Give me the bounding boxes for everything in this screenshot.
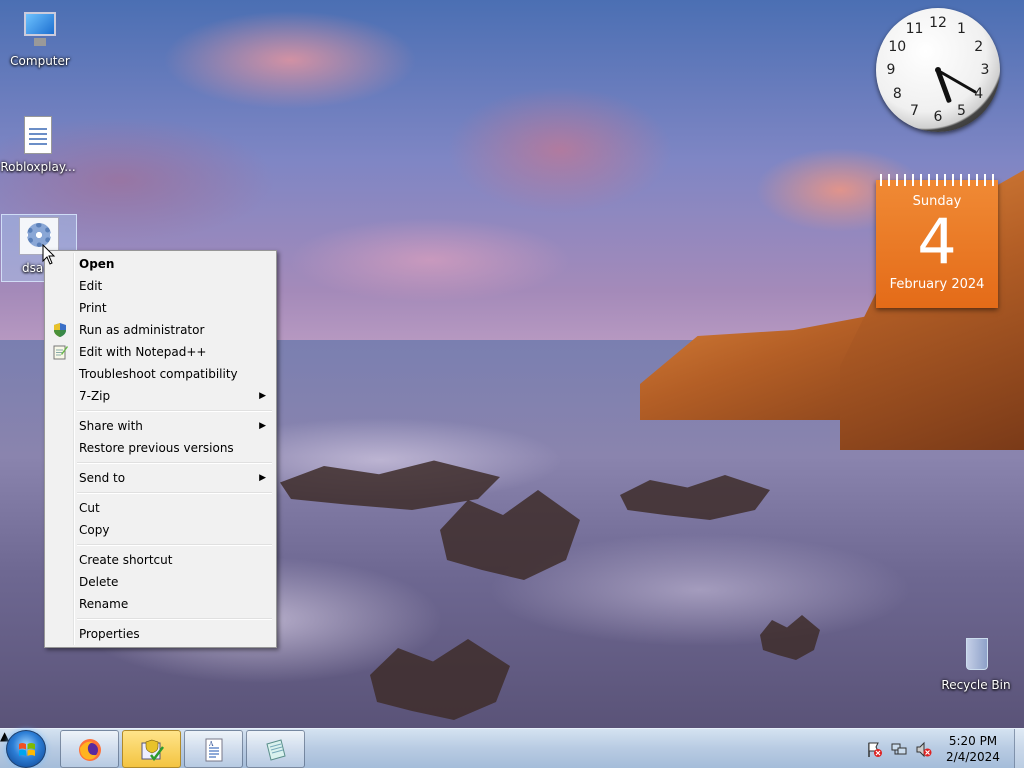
notepad-icon [266, 739, 286, 761]
document-icon [16, 114, 60, 158]
taskbar-button-notepad[interactable] [246, 730, 305, 768]
computer-icon [18, 8, 62, 52]
clock-gadget[interactable]: 12 1 2 3 4 5 6 7 8 9 10 11 [876, 8, 1000, 132]
menu-separator [77, 541, 274, 549]
clock-number: 2 [974, 38, 984, 55]
menu-item-edit-with-notepadpp[interactable]: Edit with Notepad++ [47, 341, 274, 363]
wordpad-icon: A [205, 738, 223, 762]
clock-number: 7 [910, 102, 919, 119]
submenu-arrow-icon: ▶ [259, 421, 266, 431]
menu-item-delete[interactable]: Delete [47, 571, 274, 593]
notepadpp-icon [53, 345, 68, 360]
start-button[interactable] [6, 730, 46, 768]
tray-clock[interactable]: 5:20 PM 2/4/2024 [938, 733, 1008, 765]
menu-item-troubleshoot-compatibility[interactable]: Troubleshoot compatibility [47, 363, 274, 385]
menu-item-restore-previous-versions[interactable]: Restore previous versions [47, 437, 274, 459]
tray-date: 2/4/2024 [946, 750, 1000, 764]
calendar-day-number: 4 [917, 205, 957, 278]
menu-separator [77, 489, 274, 497]
menu-item-copy[interactable]: Copy [47, 519, 274, 541]
menu-item-7zip[interactable]: 7-Zip ▶ [47, 385, 274, 407]
desktop-icon-recycle-bin[interactable]: Recycle Bin [938, 632, 1014, 692]
menu-separator [77, 407, 274, 415]
taskbar-button-wordpad[interactable]: A [184, 730, 243, 768]
desktop-icon-robloxplayer[interactable]: Robloxplay... [0, 114, 76, 174]
desktop-icon-label: Computer [10, 54, 70, 68]
desktop-icon-label: Robloxplay... [0, 160, 76, 174]
context-menu: Open Edit Print Run as administrator Edi… [44, 250, 277, 648]
menu-item-send-to[interactable]: Send to ▶ [47, 467, 274, 489]
menu-item-cut[interactable]: Cut [47, 497, 274, 519]
network-icon[interactable] [891, 741, 908, 758]
submenu-arrow-icon: ▶ [259, 473, 266, 483]
calendar-month-year: February 2024 [889, 277, 985, 292]
clock-number: 1 [957, 21, 966, 38]
menu-separator [77, 615, 274, 623]
menu-item-run-as-administrator[interactable]: Run as administrator [47, 319, 274, 341]
desktop-icon-label: Recycle Bin [941, 678, 1011, 692]
calendar-gadget[interactable]: Sunday 4 February 2024 [876, 174, 998, 308]
menu-item-share-with[interactable]: Share with ▶ [47, 415, 274, 437]
menu-item-rename[interactable]: Rename [47, 593, 274, 615]
menu-separator [77, 459, 274, 467]
clock-number: 11 [905, 21, 924, 38]
clock-number: 4 [974, 85, 984, 102]
calendar-rings [880, 174, 994, 186]
svg-text:A: A [208, 741, 214, 748]
clock-center-pin [935, 67, 941, 73]
clock-number: 3 [980, 62, 990, 78]
menu-item-open[interactable]: Open [47, 253, 274, 275]
taskbar: A ▲ 5:20 PM 2/4/2024 [0, 728, 1024, 768]
installer-shield-icon [141, 739, 164, 762]
mouse-cursor-icon [42, 244, 56, 265]
menu-item-create-shortcut[interactable]: Create shortcut [47, 549, 274, 571]
show-desktop-button[interactable] [1014, 729, 1024, 768]
firefox-icon [79, 739, 101, 761]
clock-number: 5 [957, 102, 966, 119]
menu-item-edit[interactable]: Edit [47, 275, 274, 297]
desktop-icon-computer[interactable]: Computer [2, 8, 78, 68]
tray-time: 5:20 PM [948, 734, 998, 748]
taskbar-button-installer[interactable] [122, 730, 181, 768]
clock-number: 9 [886, 62, 896, 78]
recycle-bin-icon [954, 632, 998, 676]
clock-number: 10 [888, 38, 907, 55]
menu-item-print[interactable]: Print [47, 297, 274, 319]
clock-number: 8 [892, 85, 902, 102]
submenu-arrow-icon: ▶ [259, 391, 266, 401]
clock-number: 6 [933, 109, 943, 125]
taskbar-button-firefox[interactable] [60, 730, 119, 768]
action-center-flag-icon[interactable] [866, 741, 883, 758]
volume-muted-icon[interactable] [915, 741, 932, 758]
menu-item-properties[interactable]: Properties [47, 623, 274, 645]
uac-shield-icon [54, 323, 66, 337]
clock-number: 12 [929, 15, 947, 31]
windows-logo-icon [19, 743, 35, 756]
